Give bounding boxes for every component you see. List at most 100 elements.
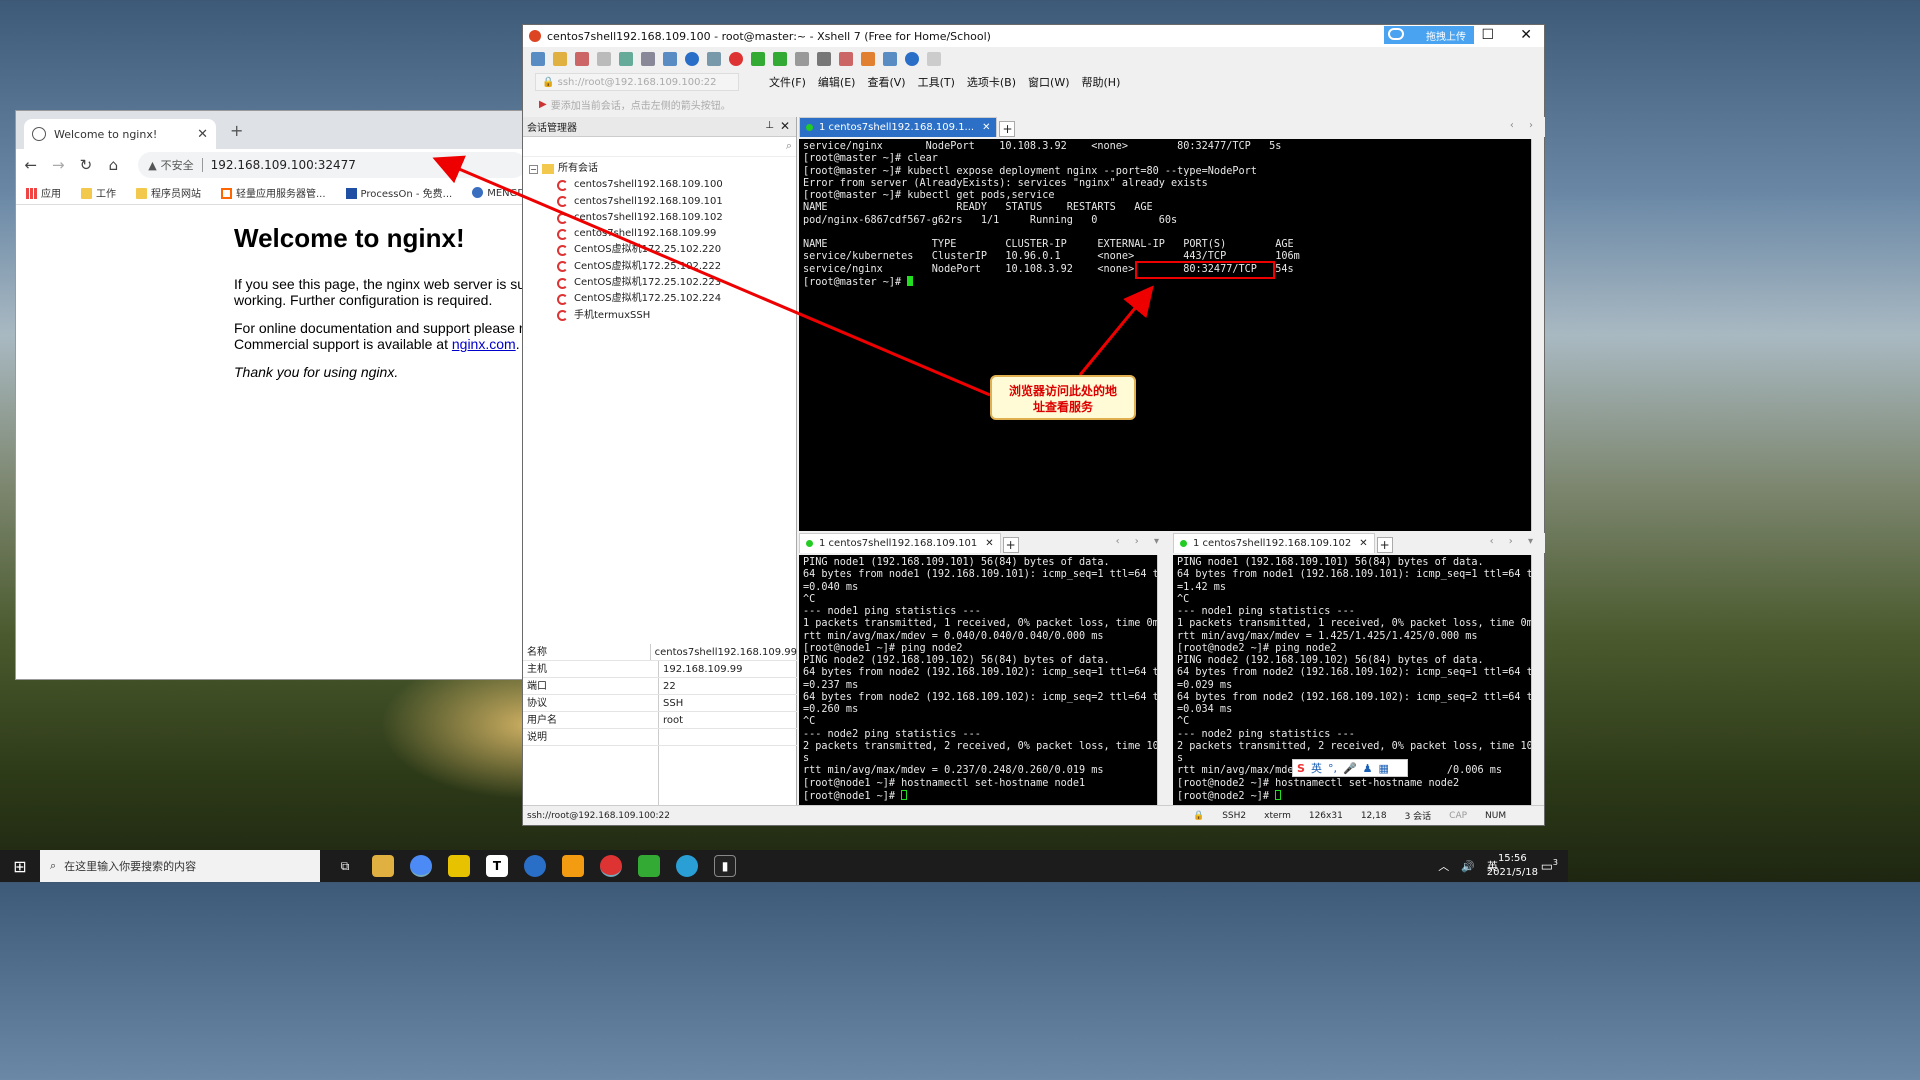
- notification-icon[interactable]: ▭3: [1541, 858, 1558, 874]
- script-icon[interactable]: [839, 52, 853, 66]
- user-icon[interactable]: ♟: [1363, 762, 1373, 775]
- feishu-icon[interactable]: [524, 855, 546, 877]
- home-icon[interactable]: ⌂: [107, 156, 121, 174]
- bookmark-processon[interactable]: ProcessOn - 免费...: [345, 185, 452, 200]
- keyboard-icon[interactable]: [817, 52, 831, 66]
- close-tab-icon[interactable]: ✕: [985, 538, 993, 549]
- close-tab-icon[interactable]: ✕: [982, 122, 990, 133]
- session-address-field[interactable]: 🔒 ssh://root@192.168.109.100:22: [535, 73, 739, 91]
- typora-icon[interactable]: T: [486, 855, 508, 877]
- menu-tab[interactable]: 选项卡(B): [967, 74, 1016, 90]
- session-item[interactable]: centos7shell192.168.109.100: [529, 177, 796, 193]
- font-icon[interactable]: [707, 52, 721, 66]
- menu-file[interactable]: 文件(F): [769, 74, 806, 90]
- ime-toolbar[interactable]: S 英 °, 🎤 ♟ ▦: [1292, 759, 1408, 777]
- chat-icon[interactable]: [927, 52, 941, 66]
- session-item[interactable]: CentOS虚拟机172.25.102.222: [529, 259, 796, 275]
- close-tab-icon[interactable]: ✕: [197, 127, 208, 142]
- tab-node1[interactable]: 1 centos7shell192.168.109.101 ✕: [799, 533, 1001, 553]
- bookmark-apps[interactable]: 应用: [26, 185, 61, 200]
- terminal-node1[interactable]: PING node1 (192.168.109.101) 56(84) byte…: [799, 555, 1157, 807]
- menu-window[interactable]: 窗口(W): [1028, 74, 1069, 90]
- nginx-link[interactable]: nginx.com: [452, 336, 516, 352]
- session-item[interactable]: centos7shell192.168.109.102: [529, 210, 796, 226]
- reload-icon[interactable]: ↻: [79, 156, 93, 174]
- collapse-icon[interactable]: −: [529, 164, 538, 174]
- help-icon[interactable]: [905, 52, 919, 66]
- disconnect-icon[interactable]: [597, 52, 611, 66]
- notes-icon[interactable]: [448, 855, 470, 877]
- bookmark-server-console[interactable]: 轻量应用服务器管...: [221, 185, 326, 200]
- add-tab-button[interactable]: +: [999, 121, 1016, 137]
- connect-icon[interactable]: [575, 52, 589, 66]
- clock[interactable]: 15:56 2021/5/18: [1487, 852, 1538, 880]
- session-item[interactable]: CentOS虚拟机172.25.102.220: [529, 242, 796, 258]
- back-icon[interactable]: ←: [24, 156, 38, 174]
- bookmark-work[interactable]: 工作: [81, 185, 116, 200]
- menu-edit[interactable]: 编辑(E): [818, 74, 856, 90]
- tab-scroll-icon[interactable]: ‹ › ▾: [1490, 536, 1539, 547]
- menu-tools[interactable]: 工具(T): [918, 74, 955, 90]
- tree-root[interactable]: − 所有会话: [529, 161, 796, 177]
- close-panel-icon[interactable]: ✕: [780, 119, 790, 133]
- microphone-icon[interactable]: 🎤: [1343, 762, 1357, 775]
- address-bar[interactable]: ▲ 不安全 192.168.109.100:32477: [138, 152, 526, 178]
- layout-icon[interactable]: [663, 52, 677, 66]
- ime-language[interactable]: 英: [1311, 760, 1322, 776]
- tile-icon[interactable]: [883, 52, 897, 66]
- terminal-scrollbar[interactable]: [1531, 139, 1543, 531]
- menu-view[interactable]: 查看(V): [867, 74, 905, 90]
- close-window-icon[interactable]: ✕: [1520, 27, 1532, 43]
- pin-icon[interactable]: ⊥: [765, 120, 774, 131]
- windows-start-icon[interactable]: ⊞: [0, 850, 40, 882]
- maximize-icon[interactable]: ☐: [1481, 27, 1494, 43]
- tab-master[interactable]: 1 centos7shell192.168.109.1... ✕: [799, 117, 998, 137]
- session-search[interactable]: ⌕: [523, 137, 796, 157]
- terminal-icon[interactable]: ▮: [714, 855, 736, 877]
- upload-button[interactable]: 拖拽上传: [1384, 26, 1474, 44]
- add-session-arrow-icon[interactable]: ▶: [539, 99, 547, 110]
- session-item[interactable]: 手机termuxSSH: [529, 308, 796, 324]
- bookmark-programmer-sites[interactable]: 程序员网站: [136, 185, 201, 200]
- file-explorer-icon[interactable]: [372, 855, 394, 877]
- add-tab-button[interactable]: +: [1376, 537, 1393, 553]
- terminal-scrollbar[interactable]: [1157, 555, 1169, 807]
- taskbar-search[interactable]: ⌕ 在这里输入你要搜索的内容: [40, 850, 320, 882]
- reconnect-icon[interactable]: [619, 52, 633, 66]
- lock-icon[interactable]: [795, 52, 809, 66]
- punctuation-icon[interactable]: °,: [1328, 762, 1337, 775]
- terminal-master[interactable]: service/nginx NodePort 10.108.3.92 <none…: [799, 139, 1531, 531]
- property-row: 用户名 root: [523, 712, 797, 729]
- add-tab-button[interactable]: +: [1002, 537, 1019, 553]
- volume-icon[interactable]: 🔊: [1461, 860, 1475, 873]
- new-session-icon[interactable]: [531, 52, 545, 66]
- new-tab-button[interactable]: +: [230, 121, 243, 140]
- tray-expand-icon[interactable]: ︿: [1438, 858, 1449, 874]
- search-icon[interactable]: [641, 52, 655, 66]
- browser-tab[interactable]: Welcome to nginx! ✕: [24, 119, 216, 149]
- terminal-scrollbar[interactable]: [1531, 555, 1543, 807]
- tab-scroll-icon[interactable]: ‹ › ▾: [1116, 536, 1165, 547]
- xshell-icon[interactable]: [729, 52, 743, 66]
- forward-icon[interactable]: →: [52, 156, 66, 174]
- session-item[interactable]: CentOS虚拟机172.25.102.224: [529, 291, 796, 307]
- app-icon[interactable]: [562, 855, 584, 877]
- menu-help[interactable]: 帮助(H): [1082, 74, 1121, 90]
- task-view-icon[interactable]: ⧉: [334, 855, 356, 877]
- close-tab-icon[interactable]: ✕: [1359, 538, 1367, 549]
- session-item[interactable]: centos7shell192.168.109.99: [529, 226, 796, 242]
- grid-icon[interactable]: ▦: [1379, 762, 1389, 775]
- xshell-taskbar-icon[interactable]: [600, 855, 622, 877]
- tab-scroll-icon[interactable]: ‹ ›: [1510, 120, 1539, 131]
- transfer-icon[interactable]: [861, 52, 875, 66]
- open-folder-icon[interactable]: [553, 52, 567, 66]
- globe-icon[interactable]: [685, 52, 699, 66]
- session-item[interactable]: CentOS虚拟机172.25.102.223: [529, 275, 796, 291]
- chrome-icon[interactable]: [410, 855, 432, 877]
- edge-icon[interactable]: [676, 855, 698, 877]
- xftp-icon[interactable]: [751, 52, 765, 66]
- session-item[interactable]: centos7shell192.168.109.101: [529, 194, 796, 210]
- fullscreen-icon[interactable]: [773, 52, 787, 66]
- tab-node2[interactable]: 1 centos7shell192.168.109.102 ✕: [1173, 533, 1375, 553]
- xftp-icon[interactable]: [638, 855, 660, 877]
